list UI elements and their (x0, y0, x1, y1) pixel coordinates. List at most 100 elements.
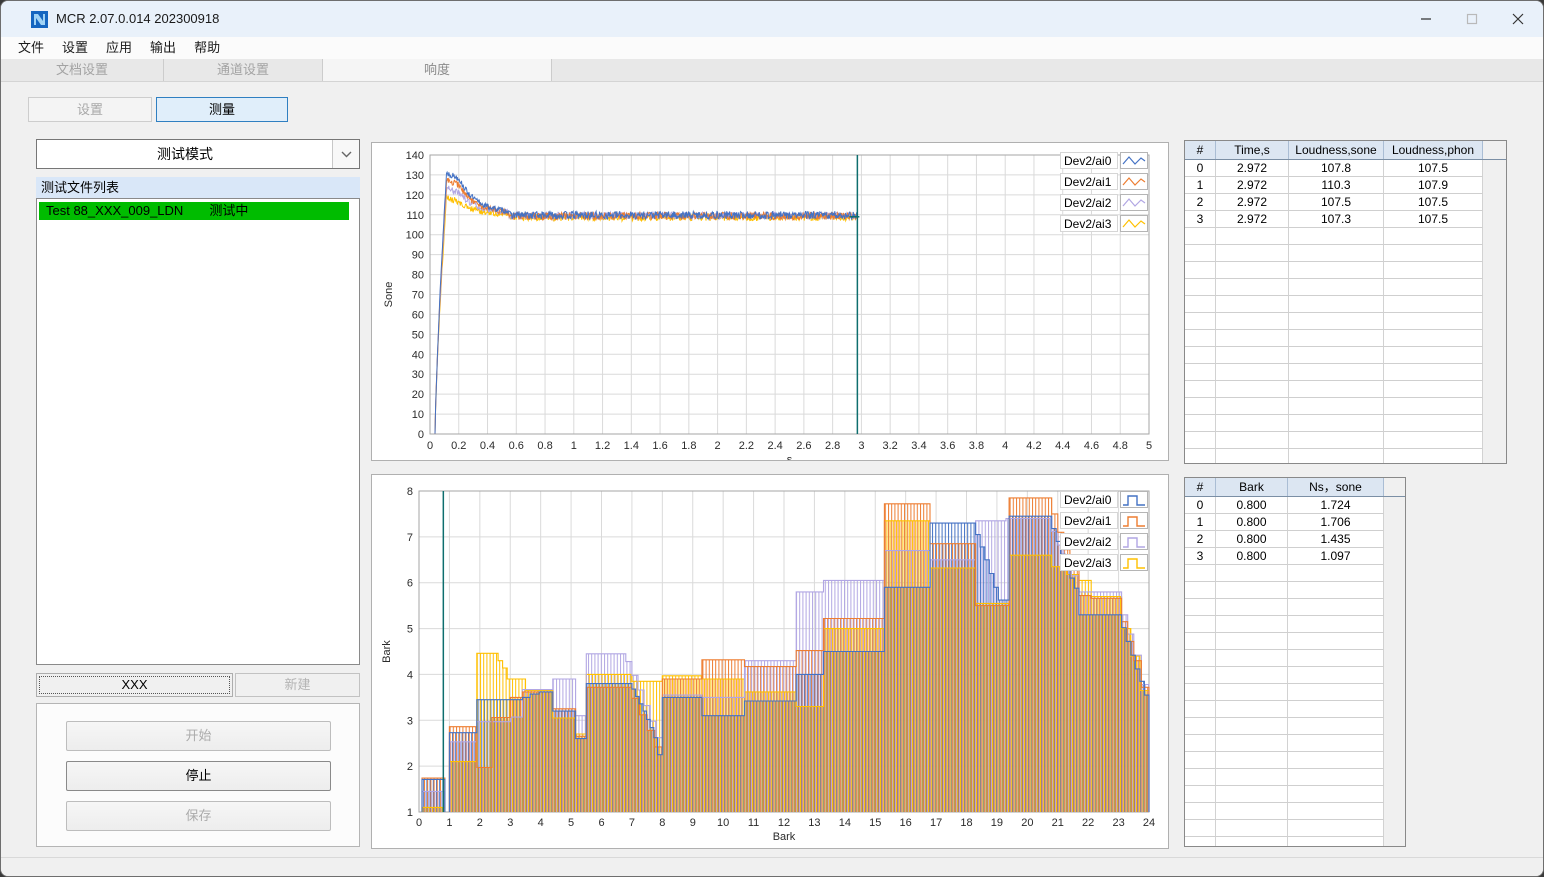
table-cell: 3 (1185, 211, 1216, 228)
svg-text:6: 6 (407, 578, 413, 590)
table-cell (1288, 684, 1384, 701)
table-cell: 107.5 (1384, 194, 1483, 211)
table-row[interactable]: 0 2.972 107.8 107.5 (1185, 160, 1506, 177)
svg-text:5: 5 (568, 817, 574, 829)
table-cell (1288, 565, 1384, 582)
table-cell: 110.3 (1289, 177, 1384, 194)
table-cell: 1.724 (1288, 497, 1384, 514)
legend-label: Dev2/ai0 (1060, 152, 1118, 169)
scrollbar-gutter (1483, 211, 1506, 228)
save-button[interactable]: 保存 (66, 801, 331, 831)
table-row (1185, 381, 1506, 398)
legend-item: Dev2/ai3 (1060, 554, 1148, 571)
table-cell: 1 (1185, 514, 1216, 531)
table-cell (1288, 769, 1384, 786)
svg-text:2.2: 2.2 (739, 440, 754, 452)
table-row[interactable]: 3 2.972 107.3 107.5 (1185, 211, 1506, 228)
table-row[interactable]: 2 0.800 1.435 (1185, 531, 1405, 548)
table-cell: 2.972 (1216, 177, 1289, 194)
scrollbar-gutter (1483, 262, 1506, 279)
new-button[interactable]: 新建 (235, 673, 360, 697)
svg-text:13: 13 (808, 817, 820, 829)
svg-text:0.8: 0.8 (537, 440, 552, 452)
table-row (1185, 313, 1506, 330)
svg-text:1.8: 1.8 (681, 440, 696, 452)
table-cell (1216, 330, 1289, 347)
column-header[interactable]: Bark (1216, 478, 1288, 496)
test-file-list[interactable]: Test 88_XXX_009_LDN 测试中 (36, 198, 360, 665)
stop-button[interactable]: 停止 (66, 761, 331, 791)
chevron-down-icon[interactable] (332, 140, 359, 168)
table-row[interactable]: 1 2.972 110.3 107.9 (1185, 177, 1506, 194)
table-cell: 2 (1185, 531, 1216, 548)
table-row[interactable]: 2 2.972 107.5 107.5 (1185, 194, 1506, 211)
svg-text:3.6: 3.6 (940, 440, 955, 452)
menu-item-0[interactable]: 文件 (9, 37, 53, 59)
table-row (1185, 633, 1405, 650)
test-mode-select[interactable]: 测试模式 (36, 139, 360, 169)
svg-text:2: 2 (477, 817, 483, 829)
column-header[interactable]: Loudness,sone (1289, 141, 1384, 159)
column-header[interactable]: # (1185, 478, 1216, 496)
table-cell (1288, 582, 1384, 599)
table-row (1185, 449, 1506, 463)
bark-spectrum-chart: 0 1 2 3 4 5 6 7 8 9 10 11 12 13 14 15 16 17 18 19 20 21 22 23 24… (381, 486, 1155, 843)
legend-label: Dev2/ai1 (1060, 512, 1118, 529)
svg-text:1: 1 (571, 440, 577, 452)
table-row (1185, 650, 1405, 667)
table-cell (1384, 262, 1483, 279)
svg-text:4.6: 4.6 (1084, 440, 1099, 452)
menu-item-1[interactable]: 设置 (53, 37, 97, 59)
maximize-icon (1466, 13, 1478, 25)
svg-text:4: 4 (1002, 440, 1008, 452)
scrollbar-gutter (1384, 837, 1405, 846)
column-header[interactable]: # (1185, 141, 1216, 159)
column-header[interactable]: Time,s (1216, 141, 1289, 159)
svg-text:15: 15 (869, 817, 881, 829)
column-header[interactable]: Loudness,phon (1384, 141, 1483, 159)
table-cell (1216, 565, 1288, 582)
scrollbar-gutter (1483, 141, 1506, 159)
close-icon (1512, 13, 1524, 25)
settings-subtab-button[interactable]: 设置 (28, 97, 152, 122)
maximize-button[interactable] (1449, 1, 1495, 37)
table-cell (1288, 633, 1384, 650)
table-row[interactable]: 0 0.800 1.724 (1185, 497, 1405, 514)
table-cell (1216, 262, 1289, 279)
table-row[interactable]: 3 0.800 1.097 (1185, 548, 1405, 565)
tab-document-settings[interactable]: 文档设置 (1, 59, 164, 81)
table-row[interactable]: 1 0.800 1.706 (1185, 514, 1405, 531)
table-cell (1216, 381, 1289, 398)
scrollbar-gutter (1483, 296, 1506, 313)
menu-item-3[interactable]: 输出 (141, 37, 185, 59)
scrollbar-gutter (1483, 415, 1506, 432)
table-cell (1185, 701, 1216, 718)
scrollbar-gutter (1483, 160, 1506, 177)
table-cell (1384, 245, 1483, 262)
start-button[interactable]: 开始 (66, 721, 331, 751)
svg-text:10: 10 (717, 817, 729, 829)
table-cell (1289, 313, 1384, 330)
scrollbar-gutter (1384, 718, 1405, 735)
bark-spectrum-chart-panel: 0 1 2 3 4 5 6 7 8 9 10 11 12 13 14 15 16 17 18 19 20 21 22 23 24… (371, 474, 1169, 849)
tab-channel-settings[interactable]: 通道设置 (164, 59, 323, 81)
svg-text:1.6: 1.6 (652, 440, 667, 452)
legend-label: Dev2/ai3 (1060, 215, 1118, 232)
table-cell (1185, 449, 1216, 463)
table-cell (1216, 228, 1289, 245)
list-item-test-file[interactable]: Test 88_XXX_009_LDN 测试中 (39, 202, 349, 220)
tab-loudness[interactable]: 响度 (323, 59, 552, 81)
measure-subtab-button[interactable]: 测量 (156, 97, 288, 122)
menu-item-2[interactable]: 应用 (97, 37, 141, 59)
minimize-button[interactable] (1403, 1, 1449, 37)
svg-text:12: 12 (778, 817, 790, 829)
menu-item-4[interactable]: 帮助 (185, 37, 229, 59)
column-header[interactable]: Ns，sone (1288, 478, 1384, 496)
legend-label: Dev2/ai2 (1060, 533, 1118, 550)
svg-text:s: s (787, 454, 793, 460)
svg-text:3: 3 (858, 440, 864, 452)
table-cell (1289, 381, 1384, 398)
table-row (1185, 820, 1405, 837)
xxx-button[interactable]: XXX (36, 673, 233, 697)
close-button[interactable] (1495, 1, 1541, 37)
